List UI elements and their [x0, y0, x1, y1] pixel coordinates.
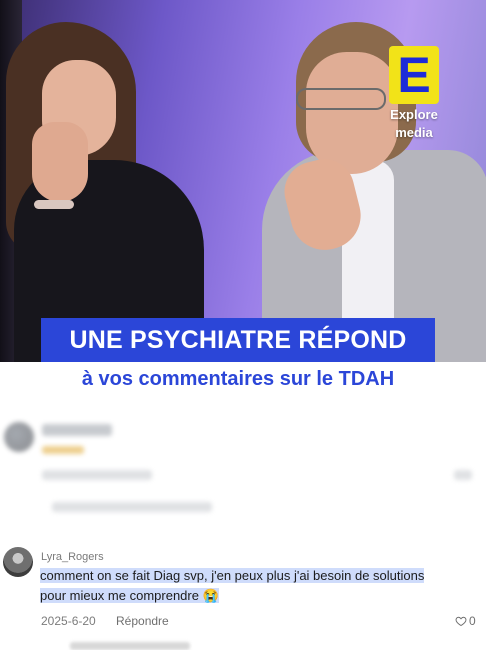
blurred-avatar [4, 422, 34, 452]
blurred-previous-comment [0, 410, 486, 530]
like-count: 0 [469, 614, 476, 628]
blurred-meta [42, 470, 152, 480]
video-subheadline: à vos commentaires sur le TDAH [41, 362, 435, 396]
comment-text: comment on se fait Diag svp, j'en peux p… [40, 566, 440, 606]
blurred-stars [42, 446, 84, 454]
heart-icon [455, 616, 467, 627]
comment-item: Lyra_Rogers comment on se fait Diag svp,… [0, 544, 486, 650]
comment-username[interactable]: Lyra_Rogers [41, 551, 104, 563]
person-left-bracelet [34, 200, 74, 209]
next-comment-peek [70, 642, 190, 650]
logo-line-2: media [395, 125, 433, 140]
avatar[interactable] [3, 547, 33, 577]
blurred-view-replies [52, 502, 212, 512]
person-right-face [306, 52, 398, 174]
comment-text-highlight: comment on se fait Diag svp, j'en peux p… [40, 568, 425, 603]
person-left-hand [32, 122, 88, 202]
comment-date: 2025-6-20 [41, 614, 96, 628]
blurred-like [454, 470, 472, 480]
person-right-glasses [296, 88, 386, 110]
video-frame[interactable]: E Explore media [0, 0, 486, 362]
logo-line-1: Explore [390, 107, 438, 122]
logo-letter: E [389, 46, 439, 104]
reply-button[interactable]: Répondre [116, 614, 169, 628]
blurred-username [42, 424, 112, 436]
like-button[interactable]: 0 [455, 614, 476, 628]
explore-media-logo: E Explore media [386, 46, 442, 140]
video-headline: UNE PSYCHIATRE RÉPOND [41, 318, 435, 362]
